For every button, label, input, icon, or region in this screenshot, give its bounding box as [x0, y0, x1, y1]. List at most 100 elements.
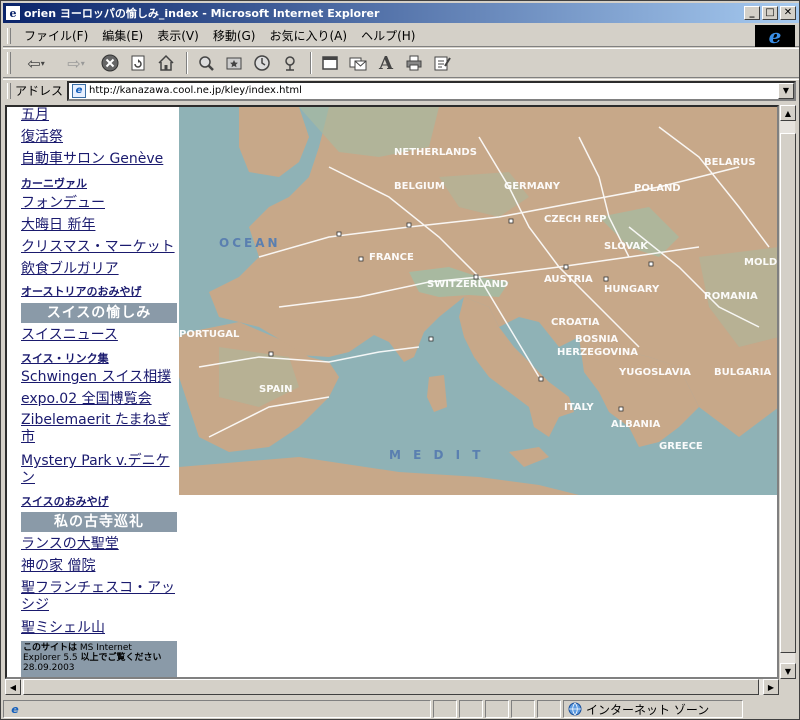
nav-link-may[interactable]: 五月	[21, 107, 177, 124]
minimize-button[interactable]: _	[744, 6, 760, 20]
notice-line1-bold: このサイトは	[23, 643, 78, 653]
search-icon[interactable]	[193, 51, 219, 75]
edit-icon[interactable]	[429, 51, 455, 75]
menu-file[interactable]: ファイル(F)	[17, 27, 95, 45]
toolbar-grip[interactable]	[7, 52, 11, 74]
browser-notice: このサイトは MS Internet Explorer 5.5 以上でご覧くださ…	[21, 641, 177, 677]
notice-line2-rest: Explorer 5.5	[23, 653, 81, 663]
address-label: アドレス	[15, 84, 64, 98]
addressbar-grip[interactable]	[7, 82, 11, 99]
status-cell-blank	[537, 700, 561, 718]
ie-logo-icon: e	[755, 24, 795, 48]
nav-link-bulgaria-food[interactable]: 飲食ブルガリア	[21, 261, 177, 278]
europe-map-image: NETHERLANDS BELGIUM GERMANY POLAND BELAR…	[179, 107, 777, 495]
forward-icon[interactable]: ⇨ ▾	[57, 51, 95, 75]
sidebar-nav: 五月 復活祭 自動車サロン Genève カーニヴァル フォンデュー 大晦日 新…	[7, 107, 177, 677]
map-label-bulgaria: BULGARIA	[714, 367, 771, 378]
ie-page-icon[interactable]: e	[5, 5, 21, 21]
nav-link-reims-cathedral[interactable]: ランスの大聖堂	[21, 536, 177, 553]
nav-link-expo02[interactable]: expo.02 全国博覧会	[21, 391, 177, 408]
status-cell-blank	[485, 700, 509, 718]
notice-line1-rest: MS Internet	[77, 643, 132, 653]
toolbar-separator	[186, 52, 188, 74]
address-bar: アドレス e http://kanazawa.cool.ne.jp/kley/i…	[3, 79, 799, 101]
menubar-grip[interactable]	[7, 27, 11, 44]
channels-icon[interactable]	[277, 51, 303, 75]
scroll-left-icon[interactable]: ◀	[5, 679, 21, 695]
map-label-italy: ITALY	[564, 402, 594, 413]
status-main: e	[3, 700, 431, 718]
map-label-belarus: BELARUS	[704, 157, 756, 168]
back-icon[interactable]: ⇦ ▾	[17, 51, 55, 75]
font-icon[interactable]: A	[373, 51, 399, 75]
map-label-germany: GERMANY	[504, 181, 561, 192]
history-icon[interactable]	[249, 51, 275, 75]
refresh-icon[interactable]	[125, 51, 151, 75]
menu-view[interactable]: 表示(V)	[150, 27, 206, 45]
fullscreen-icon[interactable]	[317, 51, 343, 75]
nav-link-carnival[interactable]: カーニヴァル	[21, 175, 177, 192]
nav-link-schwingen[interactable]: Schwingen スイス相撲	[21, 369, 177, 386]
section-header-swiss: スイスの愉しみ	[21, 303, 177, 323]
mail-icon[interactable]	[345, 51, 371, 75]
map-label-switzerland: SWITZERLAND	[427, 279, 508, 290]
address-url[interactable]: http://kanazawa.cool.ne.jp/kley/index.ht…	[89, 85, 778, 96]
nav-link-assisi[interactable]: 聖フランチェスコ・アッシジ	[21, 580, 177, 614]
nav-link-christmas-market[interactable]: クリスマス・マーケット	[21, 239, 177, 256]
map-label-austria: AUSTRIA	[544, 274, 593, 285]
nav-link-monastery[interactable]: 神の家 僧院	[21, 558, 177, 575]
menu-favorites[interactable]: お気に入り(A)	[262, 27, 354, 45]
map-label-spain: SPAIN	[259, 384, 292, 395]
nav-link-swiss-news[interactable]: スイスニュース	[21, 327, 177, 344]
close-button[interactable]: ✕	[780, 6, 796, 20]
scroll-right-icon[interactable]: ▶	[763, 679, 779, 695]
nav-link-fondue[interactable]: フォンデュー	[21, 195, 177, 212]
map-label-yugoslavia: YUGOSLAVIA	[618, 367, 691, 378]
status-bar: e インターネット ゾーン	[3, 699, 799, 719]
nav-link-mystery-park[interactable]: Mystery Park v.デニケン	[21, 453, 177, 487]
map-label-france: FRANCE	[369, 252, 414, 263]
europe-map[interactable]: NETHERLANDS BELGIUM GERMANY POLAND BELAR…	[179, 107, 777, 495]
ie-page-icon: e	[72, 83, 87, 98]
scroll-down-icon[interactable]: ▼	[780, 663, 796, 679]
map-label-slovakia: SLOVAK	[604, 241, 649, 252]
home-icon[interactable]	[153, 51, 179, 75]
status-zone-label: インターネット ゾーン	[586, 702, 710, 717]
map-label-bosnia: BOSNIA	[575, 334, 618, 345]
horizontal-scroll-thumb[interactable]	[23, 679, 759, 695]
menu-go[interactable]: 移動(G)	[206, 27, 263, 45]
menu-bar: ファイル(F) 編集(E) 表示(V) 移動(G) お気に入り(A) ヘルプ(H…	[3, 24, 799, 48]
scroll-up-icon[interactable]: ▲	[780, 105, 796, 121]
map-label-ocean: OCEAN	[219, 236, 281, 250]
page-content: 五月 復活祭 自動車サロン Genève カーニヴァル フォンデュー 大晦日 新…	[5, 105, 779, 679]
horizontal-scrollbar[interactable]: ◀ ▶	[5, 679, 779, 695]
maximize-button[interactable]: □	[762, 6, 778, 20]
print-icon[interactable]	[401, 51, 427, 75]
favorites-icon[interactable]	[221, 51, 247, 75]
map-label-poland: POLAND	[634, 183, 681, 194]
map-label-netherlands: NETHERLANDS	[394, 147, 477, 158]
stop-icon[interactable]	[97, 51, 123, 75]
menu-help[interactable]: ヘルプ(H)	[354, 27, 422, 45]
nav-link-easter[interactable]: 復活祭	[21, 129, 177, 146]
address-input[interactable]: e http://kanazawa.cool.ne.jp/kley/index.…	[67, 80, 796, 101]
internet-globe-icon	[568, 702, 582, 716]
status-zone: インターネット ゾーン	[563, 700, 743, 718]
toolbar-separator	[310, 52, 312, 74]
chevron-down-icon[interactable]: ▼	[778, 82, 794, 99]
nav-link-swiss-souvenirs[interactable]: スイスのおみやげ	[21, 493, 177, 510]
map-label-moldova: MOLD	[744, 257, 777, 268]
nav-link-zibelemaerit[interactable]: Zibelemaerit たまねぎ市	[21, 412, 177, 446]
menu-edit[interactable]: 編集(E)	[95, 27, 150, 45]
map-label-romania: ROMANIA	[704, 291, 758, 302]
vertical-scroll-thumb[interactable]	[780, 133, 796, 653]
vertical-scrollbar[interactable]: ▲ ▼	[779, 105, 796, 679]
section-header-temples: 私の古寺巡礼	[21, 512, 177, 532]
nav-link-austria-souvenirs[interactable]: オーストリアのおみやげ	[21, 283, 177, 300]
nav-link-mont-saint-michel[interactable]: 聖ミシェル山	[21, 620, 177, 637]
nav-link-new-year[interactable]: 大晦日 新年	[21, 217, 177, 234]
map-label-czech: CZECH REP	[544, 214, 606, 225]
nav-link-swiss-links[interactable]: スイス・リンク集	[21, 350, 177, 367]
nav-link-auto-salon[interactable]: 自動車サロン Genève	[21, 151, 177, 168]
map-label-herzegovina: HERZEGOVINA	[557, 347, 638, 358]
